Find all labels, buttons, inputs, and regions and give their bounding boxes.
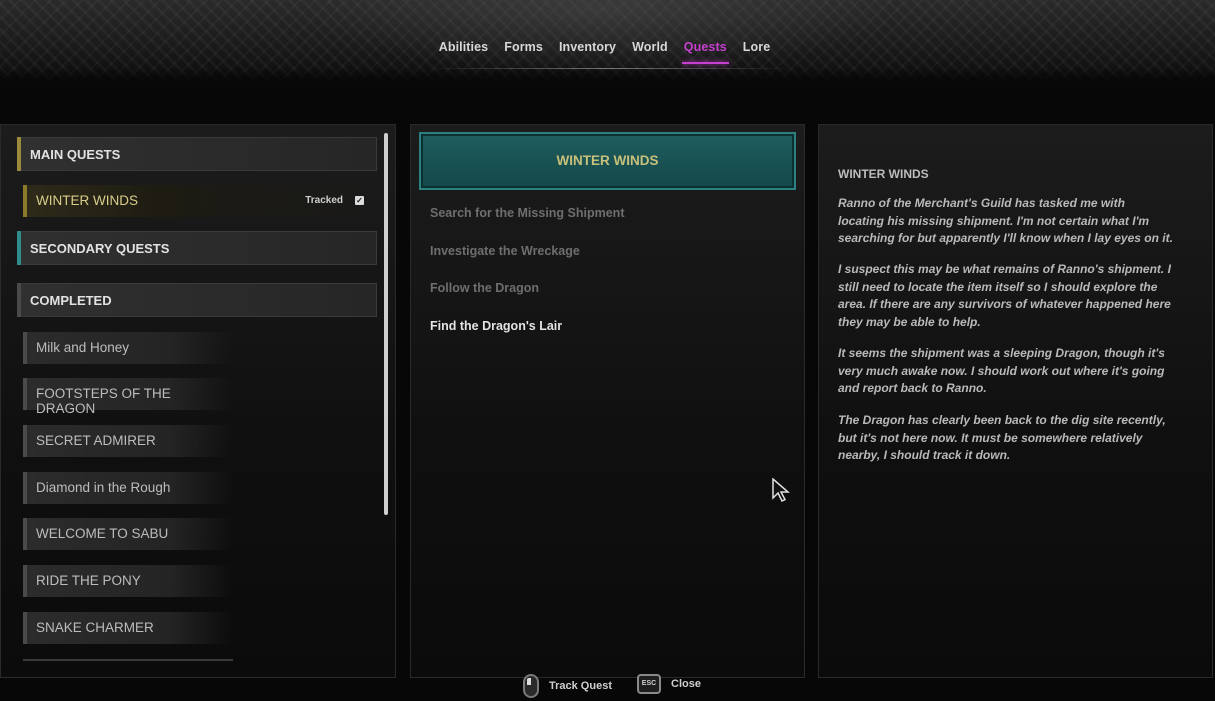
category-label: MAIN QUESTS (30, 147, 121, 162)
quest-item-label: SECRET ADMIRER (36, 433, 156, 448)
track-quest-hint[interactable]: Track Quest (523, 674, 612, 698)
tab-quests[interactable]: Quests (676, 38, 735, 64)
description-panel: WINTER WINDS Ranno of the Merchant's Gui… (818, 124, 1213, 678)
description-paragraph: It seems the shipment was a sleeping Dra… (838, 346, 1165, 395)
quest-item-bar (23, 565, 27, 597)
list-item[interactable]: WELCOME TO SABU (23, 518, 233, 550)
objectives-panel: WINTER WINDS Search for the Missing Ship… (410, 124, 805, 678)
close-hint[interactable]: ESC Close (637, 674, 701, 694)
selected-quest-header: WINTER WINDS (419, 132, 796, 190)
objective-step: Investigate the Wreckage (430, 244, 580, 258)
description-paragraph: Ranno of the Merchant's Guild has tasked… (838, 196, 1173, 245)
category-main-quests[interactable]: MAIN QUESTS (17, 137, 377, 171)
quest-item-bar (23, 185, 27, 217)
tab-inventory[interactable]: Inventory (551, 38, 624, 64)
quest-item-label: RIDE THE PONY (36, 573, 141, 588)
list-item[interactable]: Diamond in the Rough (23, 472, 233, 504)
header-divider (430, 68, 790, 69)
close-label: Close (671, 678, 701, 690)
list-item[interactable]: SECRET ADMIRER (23, 425, 233, 457)
description-paragraph: The Dragon has clearly been back to the … (838, 413, 1166, 462)
mouse-left-click-icon (523, 674, 539, 698)
category-accent (17, 283, 21, 317)
category-accent (17, 137, 21, 171)
mouse-cursor-icon (772, 478, 791, 502)
list-item[interactable]: Milk and Honey (23, 332, 233, 364)
quest-item-bar (23, 332, 27, 364)
category-accent (17, 231, 21, 265)
quest-item-label: Milk and Honey (36, 340, 130, 355)
list-item[interactable]: SNAKE CHARMER (23, 612, 233, 644)
quest-item-label: WINTER WINDS (36, 193, 138, 208)
tab-forms[interactable]: Forms (496, 38, 551, 64)
list-item[interactable]: FOOTSTEPS OF THE DRAGON (23, 378, 233, 416)
menu-tabs: Abilities Forms Inventory World Quests L… (0, 38, 1215, 64)
quest-item-bar (23, 425, 27, 457)
objective-step: Follow the Dragon (430, 281, 540, 295)
description-title: WINTER WINDS (838, 167, 929, 181)
category-label: SECONDARY QUESTS (30, 241, 170, 256)
menu-header: Abilities Forms Inventory World Quests L… (0, 0, 1215, 82)
category-completed[interactable]: COMPLETED (17, 283, 377, 317)
quest-item-label: SNAKE CHARMER (36, 620, 154, 635)
category-secondary-quests[interactable]: SECONDARY QUESTS (17, 231, 377, 265)
quest-list-panel: MAIN QUESTS WINTER WINDS Tracked ✓ SECON… (0, 124, 396, 678)
tab-world[interactable]: World (624, 38, 676, 64)
quest-item-bar (23, 472, 27, 504)
esc-key-icon: ESC (637, 674, 661, 694)
quest-item-bar (23, 518, 27, 550)
quest-item-bar (23, 378, 27, 410)
tab-abilities[interactable]: Abilities (431, 38, 497, 64)
quest-item-winter-winds[interactable]: WINTER WINDS Tracked ✓ (23, 185, 373, 217)
category-label: COMPLETED (30, 293, 112, 308)
description-paragraph: I suspect this may be what remains of Ra… (838, 262, 1171, 329)
objective-step: Search for the Missing Shipment (430, 206, 625, 220)
objective-step-current: Find the Dragon's Lair (430, 319, 563, 333)
quest-item-bar (23, 612, 27, 644)
tab-lore[interactable]: Lore (735, 38, 779, 64)
quest-item-label: WELCOME TO SABU (36, 526, 169, 541)
checkbox-checked-icon: ✓ (355, 196, 364, 205)
quest-item-label: Diamond in the Rough (36, 480, 171, 495)
tracked-label: Tracked (305, 195, 343, 206)
quest-item-label: FOOTSTEPS OF THE DRAGON (36, 386, 171, 416)
list-item[interactable]: RIDE THE PONY (23, 565, 233, 597)
track-quest-label: Track Quest (549, 680, 612, 692)
list-overflow-edge (23, 659, 233, 661)
quest-list-scrollbar[interactable] (384, 133, 388, 515)
